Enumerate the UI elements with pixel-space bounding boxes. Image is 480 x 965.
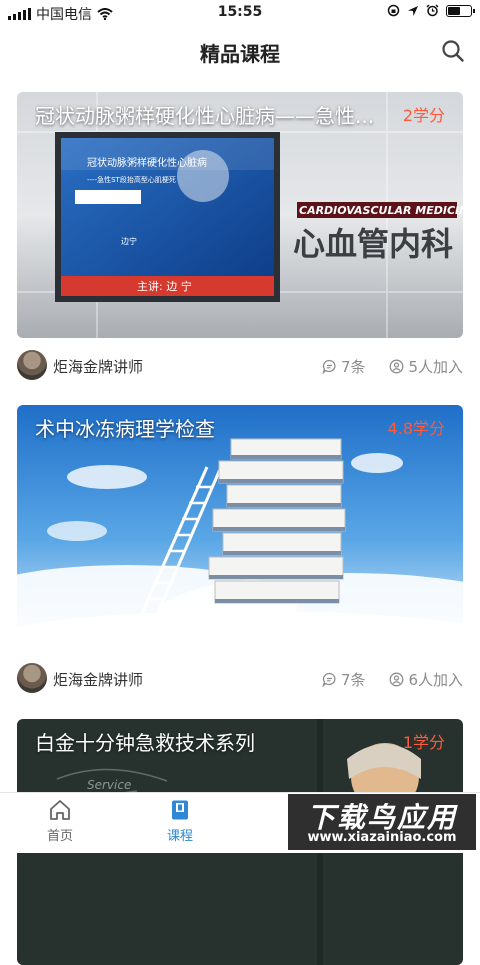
status-bar: 中国电信 15:55	[0, 0, 480, 26]
comment-icon	[322, 359, 336, 374]
location-icon	[408, 5, 418, 16]
slide-title: 冠状动脉粥样硬化性心脏病	[87, 156, 207, 169]
avatar	[17, 663, 47, 693]
banner-chinese: 心血管内科	[293, 225, 453, 263]
teacher-name: 炬海金牌讲师	[53, 358, 144, 376]
tab-courses-label: 课程	[166, 829, 193, 844]
teacher-name: 炬海金牌讲师	[53, 671, 144, 689]
tab-home[interactable]: 首页	[20, 799, 100, 844]
tab-courses[interactable]: 课程	[140, 799, 220, 844]
course-meta: 炬海金牌讲师 7条 5人加入	[17, 338, 463, 394]
comment-count-label: 7条	[341, 671, 366, 689]
course-cover[interactable]: 冠状动脉粥样硬化性心脏病 ----急性ST段抬高型心肌梗死 边宁 主讲: 边 宁…	[17, 92, 463, 338]
user-icon	[390, 672, 404, 687]
battery-fill	[448, 6, 460, 15]
course-card[interactable]: 冠状动脉粥样硬化性心脏病 ----急性ST段抬高型心肌梗死 边宁 主讲: 边 宁…	[17, 92, 463, 394]
course-card[interactable]: 术中冰冻病理学检查 4.8学分 炬海金牌讲师 7条 6人加入	[17, 405, 463, 707]
course-title: 白金十分钟急救技术系列	[35, 731, 255, 755]
nav-bar: 精品课程	[0, 26, 480, 78]
book-icon	[172, 800, 188, 820]
course-cover[interactable]: 术中冰冻病理学检查 4.8学分	[17, 405, 463, 651]
alarm-icon	[426, 4, 439, 17]
user-icon	[390, 359, 404, 374]
comment-count-label: 7条	[341, 358, 366, 376]
battery-icon	[446, 4, 475, 17]
member-count: 6人加入	[389, 669, 463, 690]
watermark-url: www.xiazainiao.com	[307, 830, 457, 845]
slide-author: 边宁	[121, 236, 137, 246]
rotation-lock-icon	[387, 4, 400, 17]
member-count: 5人加入	[389, 356, 463, 377]
comment-count: 7条	[322, 669, 366, 690]
comment-count: 7条	[322, 356, 366, 377]
course-credit: 4.8学分	[387, 419, 445, 438]
course-credit: 2学分	[402, 106, 445, 125]
search-icon[interactable]	[440, 38, 466, 64]
slide-speaker: 主讲: 边 宁	[137, 279, 192, 293]
chalk-text: Service	[87, 778, 131, 792]
slide-subtitle: ----急性ST段抬高型心肌梗死	[87, 175, 176, 184]
status-right	[387, 4, 475, 17]
avatar	[17, 350, 47, 380]
banner-english: CARDIOVASCULAR MEDICINE	[299, 204, 463, 217]
page-title: 精品课程	[200, 42, 280, 66]
comment-icon	[322, 672, 336, 687]
course-title: 术中冰冻病理学检查	[35, 417, 215, 441]
watermark-logo: 下载鸟应用 www.xiazainiao.com	[288, 794, 476, 850]
course-title: 冠状动脉粥样硬化性心脏病——急性...	[35, 104, 375, 128]
course-meta: 炬海金牌讲师 7条 6人加入	[17, 651, 463, 707]
member-count-label: 5人加入	[408, 358, 463, 376]
tab-home-label: 首页	[46, 829, 73, 844]
home-icon	[50, 800, 70, 820]
course-credit: 1学分	[402, 733, 445, 752]
member-count-label: 6人加入	[408, 671, 463, 689]
